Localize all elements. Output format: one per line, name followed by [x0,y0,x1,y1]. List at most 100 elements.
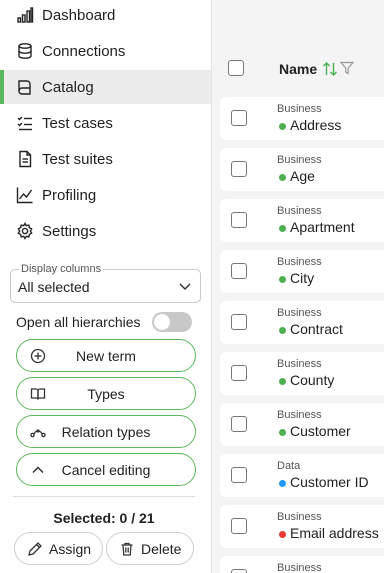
row-category: Business [277,154,322,166]
cancel-editing-label: Cancel editing [61,461,151,478]
display-columns-legend: Display columns [19,263,104,275]
catalog-table: Name Business Address Business Age Busin… [212,0,384,573]
types-button[interactable]: Types [16,377,196,410]
sort-icon[interactable] [322,61,338,77]
row-name[interactable]: Contract [290,321,343,337]
status-dot [279,276,286,283]
sidebar-item-test-cases[interactable]: Test cases [0,106,211,140]
types-label: Types [87,385,125,402]
table-row[interactable]: Business Customer [220,403,384,446]
filter-icon[interactable] [339,61,355,75]
document-icon [16,150,34,168]
row-category: Business [277,256,322,268]
display-columns-select[interactable]: Display columns All selected [10,263,201,303]
row-category: Business [277,307,322,319]
table-header: Name [212,0,384,95]
status-dot [279,531,286,538]
table-row[interactable]: Business Address [220,97,384,140]
sidebar-item-profiling[interactable]: Profiling [0,178,211,212]
row-category: Business [277,562,322,573]
sidebar-item-test-suites[interactable]: Test suites [0,142,211,176]
open-hierarchies-row: Open all hierarchies [16,311,196,333]
table-row[interactable]: Business [220,556,384,573]
plus-circle-icon [30,348,46,364]
bar-chart-icon [16,6,34,24]
table-row[interactable]: Business Age [220,148,384,191]
pencil-icon [27,541,43,557]
sidebar-item-label: Connections [42,42,126,60]
row-checkbox[interactable] [231,416,247,432]
sidebar-item-label: Settings [42,222,97,240]
chevron-down-icon [178,279,192,293]
trash-icon [119,541,135,557]
sidebar-item-label: Test suites [42,150,113,168]
table-row[interactable]: Business Apartment [220,199,384,242]
table-row[interactable]: Data Customer ID [220,454,384,497]
row-checkbox[interactable] [231,110,247,126]
book-icon [16,78,34,96]
status-dot [279,174,286,181]
status-dot [279,327,286,334]
database-icon [16,42,34,60]
row-name[interactable]: Email address [290,525,379,541]
row-name[interactable]: Customer ID [290,474,369,490]
select-all-checkbox[interactable] [228,60,244,76]
row-checkbox[interactable] [231,569,247,573]
row-category: Business [277,409,322,421]
chevron-up-icon [30,462,46,478]
row-checkbox[interactable] [231,365,247,381]
row-name[interactable]: City [290,270,314,286]
sidebar-item-label: Profiling [42,186,97,204]
open-hierarchies-label: Open all hierarchies [16,314,141,330]
row-name[interactable]: Apartment [290,219,355,235]
line-chart-icon [16,186,34,204]
row-category: Data [277,460,301,472]
selection-count: Selected: 0 / 21 [53,510,155,526]
sidebar-item-settings[interactable]: Settings [0,214,211,248]
sidebar-item-label: Catalog [42,78,94,96]
status-dot [279,429,286,436]
display-columns-value: All selected [18,279,90,295]
relation-types-label: Relation types [61,423,151,440]
relation-types-button[interactable]: Relation types [16,415,196,448]
row-name[interactable]: Age [290,168,315,184]
open-book-icon [30,386,46,402]
cancel-editing-button[interactable]: Cancel editing [16,453,196,486]
row-checkbox[interactable] [231,467,247,483]
checklist-icon [16,114,34,132]
row-checkbox[interactable] [231,263,247,279]
table-row[interactable]: Business Email address [220,505,384,548]
row-checkbox[interactable] [231,212,247,228]
divider [13,496,195,497]
delete-label: Delete [141,540,182,557]
table-row[interactable]: Business City [220,250,384,293]
row-category: Business [277,358,322,370]
sidebar: Dashboard Connections Catalog Test cases… [0,0,212,573]
row-checkbox[interactable] [231,314,247,330]
sidebar-item-connections[interactable]: Connections [0,34,211,68]
table-row[interactable]: Business County [220,352,384,395]
assign-label: Assign [49,540,92,557]
sidebar-item-dashboard[interactable]: Dashboard [0,0,211,32]
open-hierarchies-toggle[interactable] [152,312,192,332]
row-checkbox[interactable] [231,161,247,177]
new-term-button[interactable]: New term [16,339,196,372]
row-name[interactable]: County [290,372,334,388]
new-term-label: New term [76,347,136,364]
delete-button[interactable]: Delete [106,532,194,565]
row-name[interactable]: Customer [290,423,351,439]
assign-button[interactable]: Assign [14,532,103,565]
row-category: Business [277,205,322,217]
status-dot [279,480,286,487]
sidebar-item-label: Dashboard [42,6,116,24]
sidebar-item-catalog[interactable]: Catalog [0,70,211,104]
row-name[interactable]: Address [290,117,341,133]
sidebar-item-label: Test cases [42,114,113,132]
status-dot [279,225,286,232]
status-dot [279,378,286,385]
row-category: Business [277,511,322,523]
table-row[interactable]: Business Contract [220,301,384,344]
toggle-knob [154,314,170,330]
column-header-name[interactable]: Name [279,61,317,77]
row-checkbox[interactable] [231,518,247,534]
